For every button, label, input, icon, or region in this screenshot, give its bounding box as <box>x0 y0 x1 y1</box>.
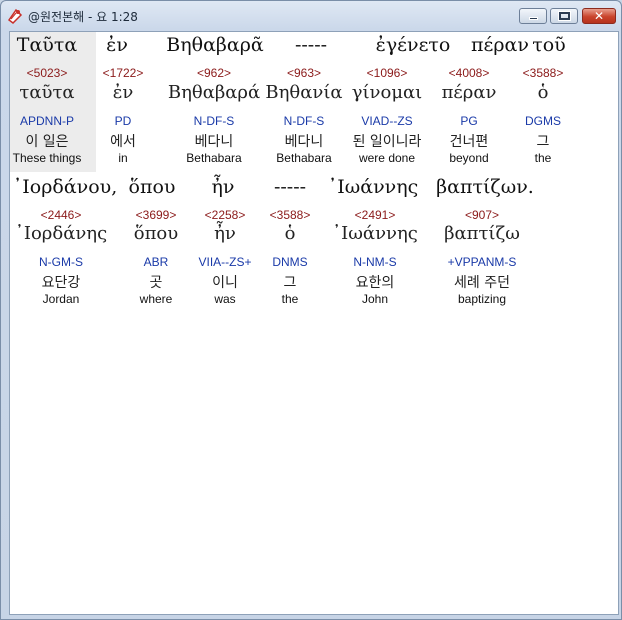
strong-number[interactable]: <2491> <box>315 208 435 222</box>
strong-number[interactable]: <3588> <box>483 66 603 80</box>
maximize-button[interactable] <box>550 8 578 24</box>
minimize-button[interactable] <box>519 8 547 24</box>
verse-view[interactable]: Ταῦτα <5023> ταῦτα APDNN-P 이 일은 These things ἐ… <box>9 31 619 615</box>
korean-gloss: 요한의 <box>355 275 395 291</box>
english-gloss: the <box>534 151 552 165</box>
english-gloss: John <box>361 292 389 306</box>
close-icon: ✕ <box>593 9 605 23</box>
close-button[interactable]: ✕ <box>582 8 616 24</box>
strong-number[interactable]: <907> <box>422 208 542 222</box>
minimize-icon <box>520 9 546 23</box>
lemma: ὁ <box>537 82 549 103</box>
maximize-icon <box>551 9 577 23</box>
title-bar[interactable]: @원전본해 - 요 1:28 ✕ <box>1 1 621 31</box>
greek-word[interactable]: ᾿Ιωάννης <box>313 176 433 198</box>
korean-gloss: 그 <box>536 134 550 150</box>
morph-code: N-NM-S <box>353 255 397 269</box>
greek-word[interactable]: βαπτίζων. <box>425 176 545 198</box>
greek-word[interactable]: τοῦ <box>489 34 609 56</box>
morph-code: DGMS <box>525 114 561 128</box>
korean-gloss: 세례 주던 <box>454 275 510 291</box>
lemma: ᾿Ιωάννης <box>332 223 418 244</box>
app-window: @원전본해 - 요 1:28 ✕ Ταῦτα <5023> ταῦτα APDNN-P… <box>0 0 622 620</box>
app-logo-icon[interactable] <box>7 8 23 24</box>
window-title: @원전본해 - 요 1:28 <box>28 10 138 24</box>
lemma: βαπτίζω <box>444 223 520 244</box>
morph-code: +VPPANM-S <box>447 255 517 269</box>
english-gloss: baptizing <box>457 292 507 306</box>
